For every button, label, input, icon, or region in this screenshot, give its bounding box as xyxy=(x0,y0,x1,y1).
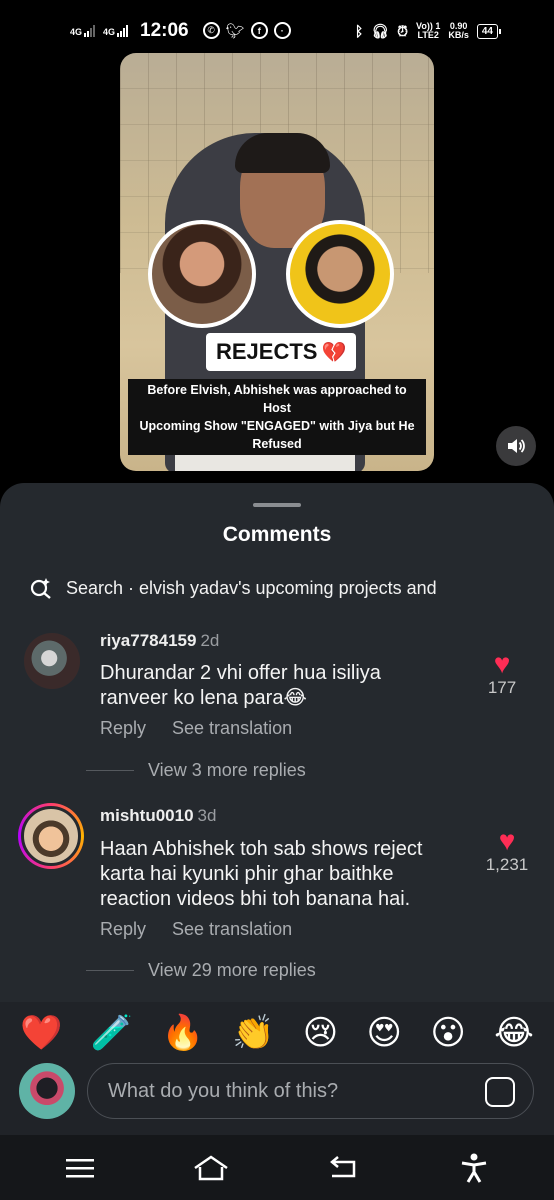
clock: 12:06 xyxy=(140,20,189,41)
system-nav-bar xyxy=(0,1135,554,1200)
emoji-fire[interactable]: 🔥 xyxy=(161,1013,203,1053)
search-notification-icon: · xyxy=(273,22,291,39)
alarm-icon: ⏰︎ xyxy=(397,22,409,39)
network-speed: 0.90 KB/s xyxy=(448,21,469,40)
comment-text: Dhurandar 2 vhi offer hua isiliya ranvee… xyxy=(100,662,381,709)
like-count: 177 xyxy=(487,678,517,697)
comment-input[interactable]: What do you think of this? xyxy=(87,1063,534,1119)
facebook-icon: f xyxy=(250,22,268,39)
like-button[interactable]: ♥ 177 xyxy=(472,650,532,698)
signal-2: 4G xyxy=(103,25,129,37)
avatar[interactable] xyxy=(24,633,80,689)
reply-button[interactable]: Reply xyxy=(100,919,146,940)
heart-icon: ♥ xyxy=(498,825,516,856)
twitter-icon: 🐦︎ xyxy=(225,23,245,40)
emoji-surprised[interactable]: 😮 xyxy=(430,1013,465,1053)
reply-button[interactable]: Reply xyxy=(100,718,146,739)
home-button[interactable] xyxy=(191,1148,231,1188)
home-icon xyxy=(194,1154,228,1180)
broken-heart-icon: 💔 xyxy=(321,341,347,364)
avatar-story-ring[interactable] xyxy=(18,803,84,869)
whatsapp-icon: ✆ xyxy=(202,22,220,39)
headphones-icon: 🎧︎ xyxy=(371,22,390,39)
emoji-laugh[interactable]: 😂 xyxy=(494,1013,534,1053)
see-translation-button[interactable]: See translation xyxy=(172,919,292,940)
volume-button[interactable] xyxy=(496,426,536,466)
sticker-icon[interactable] xyxy=(485,1077,515,1107)
battery-icon: 44 xyxy=(476,23,502,39)
emoji-reaction-bar: ❤️ 🧪 🔥 👏 😢 😍 😮 😂 xyxy=(0,1002,554,1064)
back-button[interactable] xyxy=(323,1148,363,1188)
emoji-heart-eyes[interactable]: 😍 xyxy=(367,1013,402,1053)
comment-time: 3d xyxy=(197,806,217,825)
volte-indicator: Vo)) 1 LTE2 xyxy=(416,21,441,40)
accessibility-icon xyxy=(462,1153,487,1183)
video-caption: Before Elvish, Abhishek was approached t… xyxy=(128,379,426,455)
comment-text: Haan Abhishek toh sab shows reject karta… xyxy=(100,838,423,910)
speaker-icon xyxy=(508,439,525,453)
comment-username[interactable]: riya7784159 2d xyxy=(100,631,219,651)
comment-search[interactable]: Search · elvish yadav's upcoming project… xyxy=(30,577,437,599)
see-translation-button[interactable]: See translation xyxy=(172,718,292,739)
signal-1: 4G xyxy=(70,25,96,37)
back-icon xyxy=(329,1155,355,1177)
comment-time: 2d xyxy=(200,631,220,650)
my-avatar xyxy=(19,1063,75,1119)
view-more-replies[interactable]: View 29 more replies xyxy=(86,960,316,981)
rejects-badge: REJECTS 💔 xyxy=(206,333,357,371)
accessibility-button[interactable] xyxy=(454,1148,494,1188)
like-button[interactable]: ♥ 1,231 xyxy=(472,827,542,875)
emoji-clap[interactable]: 👏 xyxy=(232,1013,274,1053)
emoji-heart[interactable]: ❤️ xyxy=(20,1013,62,1053)
person-thumbnail-left xyxy=(148,220,256,328)
search-sparkle-icon xyxy=(30,578,51,599)
menu-button[interactable] xyxy=(60,1148,100,1188)
comment-username[interactable]: mishtu0010 3d xyxy=(100,806,216,826)
sheet-drag-handle[interactable] xyxy=(253,503,301,507)
person-thumbnail-right xyxy=(286,220,394,328)
video-player[interactable]: REJECTS 💔 Before Elvish, Abhishek was app… xyxy=(120,53,434,471)
bluetooth-icon: ᛒ xyxy=(354,23,364,39)
view-more-replies[interactable]: View 3 more replies xyxy=(86,760,306,781)
emoji-test-tube[interactable]: 🧪 xyxy=(91,1013,133,1053)
sheet-title: Comments xyxy=(222,523,332,546)
like-count: 1,231 xyxy=(485,855,529,874)
emoji-cry[interactable]: 😢 xyxy=(303,1013,338,1053)
heart-icon: ♥ xyxy=(493,648,511,679)
comment-composer: What do you think of this? xyxy=(0,1060,554,1135)
menu-icon xyxy=(65,1158,94,1177)
